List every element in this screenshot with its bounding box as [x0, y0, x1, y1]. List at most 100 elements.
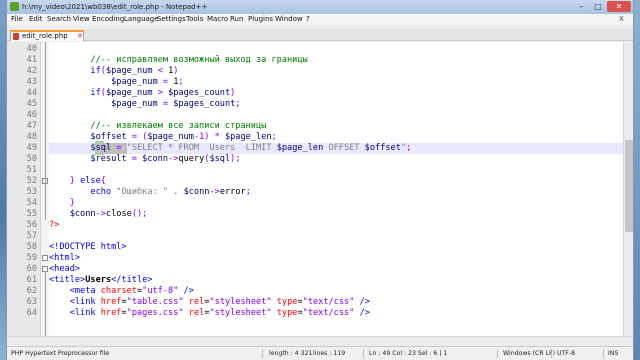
code-token: <meta: [69, 286, 101, 296]
status-divider: [497, 349, 498, 358]
code-token: =: [126, 154, 143, 164]
line-number: 61: [26, 275, 37, 285]
code-area[interactable]: //-- исправляем возможный выход за грани…: [49, 42, 623, 336]
fold-margin[interactable]: [41, 42, 49, 352]
line-number: 54: [26, 198, 37, 208]
code-line: echo "Ошибка: " . $conn->error;: [49, 187, 250, 198]
line-number: 48: [26, 132, 37, 142]
code-token: if: [90, 66, 101, 76]
code-token: $page_len: [224, 132, 272, 142]
code-token: else: [80, 176, 101, 186]
code-token: "table.css": [126, 297, 184, 307]
status-length: length : 4 321: [269, 350, 313, 357]
code-token: {: [100, 176, 106, 186]
code-token: );: [230, 154, 241, 164]
title-bar[interactable]: h:\my_video\2021\wb038\edit_role.php - N…: [7, 0, 633, 14]
menu-help[interactable]: ?: [306, 14, 310, 25]
line-number: 40: [26, 44, 37, 54]
status-divider: [262, 349, 263, 358]
code-token: ->: [209, 187, 220, 197]
menu-window[interactable]: Window: [275, 14, 303, 25]
code-token: "text/css": [302, 308, 355, 318]
line-number: 47: [26, 121, 37, 131]
line-number: 55: [26, 209, 37, 219]
line-number: 63: [26, 297, 37, 307]
code-token: ->: [95, 209, 106, 219]
code-token: $page_num: [105, 88, 153, 98]
code-token: type: [276, 308, 298, 318]
line-number: 59: [26, 253, 37, 263]
menu-edit[interactable]: Edit: [29, 14, 43, 25]
notepadpp-app-icon: [10, 2, 19, 11]
code-line: <html>: [49, 253, 80, 264]
tab-bar: edit_role.php ✕: [7, 29, 633, 41]
code-token: rel: [188, 308, 205, 318]
editor-pane: 40 41 42 43 44 45 46 47 48 49 50 51 52 53 54 55 56 57 58 59…: [7, 42, 633, 352]
code-token: -1) *: [193, 132, 225, 142]
code-token: OFFSET: [323, 143, 365, 153]
code-token: >: [152, 88, 169, 98]
code-token: ?>: [49, 220, 60, 230]
fold-toggle-icon[interactable]: [42, 255, 48, 261]
code-token: = (: [126, 132, 148, 142]
tab-edit-role-php[interactable]: edit_role.php ✕: [10, 30, 84, 41]
code-line: }: [49, 198, 75, 209]
menu-search[interactable]: Search: [47, 14, 71, 25]
minimize-button[interactable]: –: [573, 1, 589, 12]
menu-tools[interactable]: Tools: [186, 14, 203, 25]
status-encoding: UTF-8: [557, 350, 576, 357]
code-token: <link: [69, 297, 101, 307]
line-number: 42: [26, 66, 37, 76]
code-token: />: [354, 297, 370, 307]
menu-bar: File Edit Search View Encoding Language …: [7, 14, 633, 25]
code-token: $page_num: [111, 99, 158, 109]
menu-encoding[interactable]: Encoding: [92, 14, 124, 25]
tab-close-icon[interactable]: ✕: [77, 31, 83, 41]
line-number: 50: [26, 154, 37, 164]
code-line: <link href="pages.css" rel="stylesheet" …: [49, 308, 370, 319]
code-line: //-- извлекаем все записи страницы: [49, 121, 266, 132]
code-token: "Ошибка: ": [116, 187, 169, 197]
code-token: $conn: [142, 154, 169, 164]
code-token: <html>: [49, 253, 81, 263]
code-token: ();: [131, 209, 148, 219]
code-line: <meta charset="utf-8" />: [49, 286, 194, 297]
code-line: ?>: [49, 220, 59, 231]
tab-label: edit_role.php: [22, 32, 68, 40]
code-token: $conn: [69, 209, 96, 219]
vertical-scrollbar[interactable]: [623, 42, 633, 336]
fold-guide-line: [45, 42, 46, 220]
status-lines: lines : 119: [313, 350, 346, 357]
code-token: href: [100, 297, 122, 307]
code-line: <!DOCTYPE html>: [49, 242, 127, 253]
menu-language[interactable]: Language: [124, 14, 159, 25]
menu-file[interactable]: File: [11, 14, 23, 25]
code-token: //-- извлекаем все записи страницы: [90, 121, 267, 131]
menu-macro[interactable]: Macro: [207, 14, 228, 25]
line-number: 56: [26, 220, 37, 230]
menu-settings[interactable]: Settings: [157, 14, 186, 25]
horizontal-scrollbar[interactable]: [7, 336, 633, 346]
code-token: <head>: [49, 264, 81, 274]
menu-plugins[interactable]: Plugins: [248, 14, 273, 25]
code-token: =: [157, 77, 174, 87]
code-line: //-- исправляем возможный выход за грани…: [49, 55, 307, 66]
status-eol: Windows (CR LF): [503, 350, 556, 357]
code-token: </title>: [111, 275, 153, 285]
maximize-button[interactable]: □: [590, 1, 606, 12]
code-line: <link href="table.css" rel="stylesheet" …: [49, 297, 370, 308]
code-token: $sql: [90, 143, 112, 153]
code-token: <!DOCTYPE html>: [49, 242, 127, 252]
code-token: "stylesheet": [209, 297, 272, 307]
menu-run[interactable]: Run: [230, 14, 243, 25]
vertical-scrollbar-thumb[interactable]: [625, 140, 633, 232]
close-document-button[interactable]: X: [619, 14, 624, 25]
code-token: query: [178, 154, 205, 164]
code-line: $conn->close();: [49, 209, 148, 220]
code-token: $page_num: [147, 132, 194, 142]
menu-view[interactable]: View: [73, 14, 90, 25]
code-token: $pages_count: [173, 99, 236, 109]
close-button[interactable]: ✕: [607, 1, 631, 12]
